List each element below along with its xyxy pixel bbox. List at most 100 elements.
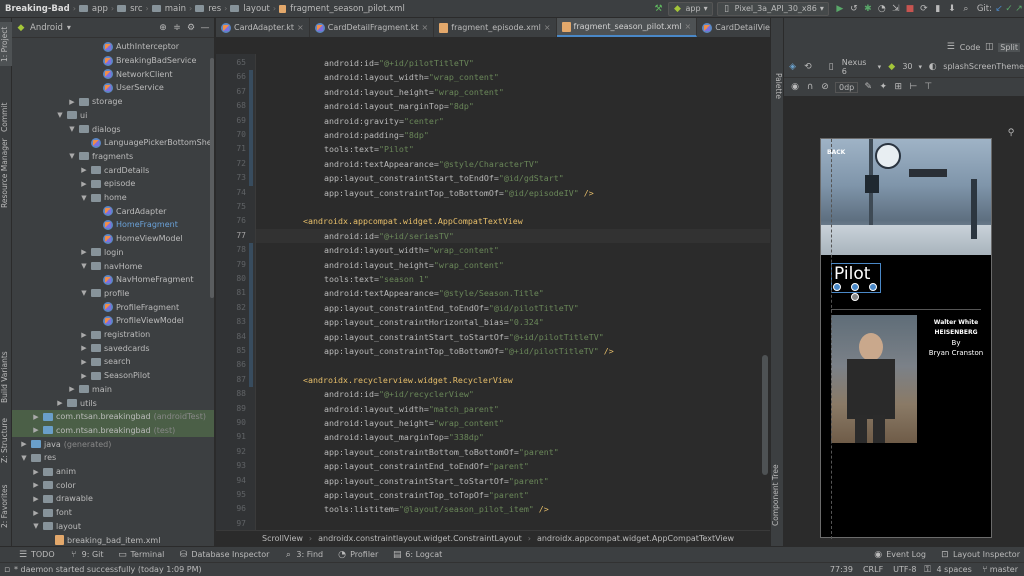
tree-item[interactable]: ▶ font	[12, 506, 72, 520]
code-mode-button[interactable]: Code	[960, 43, 980, 52]
tree-item[interactable]: ▼ home	[12, 191, 126, 205]
tree-item[interactable]: CardAdapter	[12, 204, 166, 218]
tree-item[interactable]: ▶ SeasonPilot	[12, 369, 150, 383]
clear-constraints-icon[interactable]: ⊘	[820, 82, 830, 92]
tree-item[interactable]: ▼ profile	[12, 287, 129, 301]
chevron-right-icon[interactable]: ▶	[32, 495, 40, 503]
hammer-icon[interactable]: ⚒	[654, 4, 664, 14]
editor-tab[interactable]: fragment_season_pilot.xml ×	[556, 18, 698, 37]
tree-item[interactable]: ▶ drawable	[12, 492, 93, 506]
tree-item[interactable]: ▶ search	[12, 355, 130, 369]
chevron-down-icon[interactable]: ▼	[32, 522, 40, 530]
tree-item[interactable]: ▶ com.ntsan.breakingbad (test)	[12, 423, 214, 438]
tree-item[interactable]: ▼ navHome	[12, 259, 142, 273]
project-scrollbar[interactable]	[210, 58, 214, 298]
search-icon[interactable]: ⌕	[961, 4, 971, 14]
gear-icon[interactable]: ⚙	[186, 23, 196, 33]
attach-debugger-icon[interactable]: ⇲	[891, 4, 901, 14]
constraint-handle[interactable]	[869, 283, 877, 291]
close-icon[interactable]: ×	[685, 22, 692, 31]
indent-setting[interactable]: 4 spaces	[937, 565, 972, 574]
close-icon[interactable]: ×	[297, 23, 304, 32]
tree-item[interactable]: ▼ res	[12, 451, 56, 465]
vcs-change-marker[interactable]	[249, 70, 253, 186]
chevron-down-icon[interactable]: ▼	[80, 194, 88, 202]
tree-item[interactable]: ▶ com.ntsan.breakingbad (androidTest)	[12, 409, 214, 424]
palette-tool-button[interactable]: Palette	[771, 64, 783, 108]
run-config-dropdown[interactable]: ◆ app ▾	[667, 1, 713, 16]
vcs-change-marker[interactable]	[249, 243, 253, 388]
locate-icon[interactable]: ⊕	[158, 23, 168, 33]
chevron-down-icon[interactable]: ▼	[80, 289, 88, 297]
tree-item[interactable]: AuthInterceptor	[12, 40, 179, 54]
tool-window-db-button[interactable]: ⛁ Database Inspector	[178, 550, 270, 560]
margin-field[interactable]: 0dp	[835, 81, 859, 93]
attributes-icon[interactable]: ⚲	[1006, 128, 1016, 138]
structure-tool-button[interactable]: Z: Structure	[0, 418, 12, 464]
apply-changes-icon[interactable]: ↺	[849, 4, 859, 14]
api-selector[interactable]: 30	[902, 62, 912, 71]
chevron-right-icon[interactable]: ▶	[56, 399, 64, 407]
breadcrumb-item[interactable]: fragment_season_pilot.xml	[288, 4, 407, 14]
chevron-right-icon[interactable]: ▶	[80, 358, 88, 366]
breadcrumb-item[interactable]: Breaking-Bad	[3, 4, 72, 14]
editor-breadcrumb-item[interactable]: ScrollView	[262, 534, 303, 543]
chevron-down-icon[interactable]: ▼	[68, 125, 76, 133]
tree-item[interactable]: ▶ login	[12, 246, 123, 260]
eye-icon[interactable]: ◉	[790, 82, 800, 92]
chevron-right-icon[interactable]: ▶	[20, 440, 28, 448]
chevron-right-icon[interactable]: ▶	[68, 385, 76, 393]
stop-icon[interactable]: ■	[905, 4, 915, 14]
chevron-right-icon[interactable]: ▶	[80, 166, 88, 174]
sdk-manager-icon[interactable]: ⬇	[947, 4, 957, 14]
pack-icon[interactable]: ⊞	[893, 82, 903, 92]
device-dropdown[interactable]: ▯ Pixel_3a_API_30_x86 ▾	[716, 1, 829, 16]
design-canvas[interactable]: ⚲ BACK Pilot Walter White HEISENBERG By …	[784, 96, 1024, 546]
chevron-down-icon[interactable]: ▼	[20, 454, 28, 462]
line-separator[interactable]: CRLF	[863, 565, 883, 574]
close-icon[interactable]: ×	[544, 23, 551, 32]
vcs-branch[interactable]: master	[990, 565, 1018, 574]
editor-breadcrumb-item[interactable]: androidx.appcompat.widget.AppCompatTextV…	[537, 534, 734, 543]
editor-breadcrumb-item[interactable]: androidx.constraintlayout.widget.Constra…	[318, 534, 522, 543]
tree-item[interactable]: ▶ utils	[12, 396, 97, 410]
tree-item[interactable]: ▶ cardDetails	[12, 163, 149, 177]
chevron-down-icon[interactable]: ▼	[68, 152, 76, 160]
chevron-right-icon[interactable]: ▶	[80, 180, 88, 188]
tool-window-terminal-button[interactable]: ▭ Terminal	[118, 550, 164, 560]
tree-item[interactable]: ▼ fragments	[12, 150, 133, 164]
tool-window-todo-button[interactable]: ☰ TODO	[18, 550, 55, 560]
chevron-right-icon[interactable]: ▶	[80, 248, 88, 256]
theme-selector[interactable]: splashScreenTheme	[943, 62, 1024, 71]
chevron-right-icon[interactable]: ▶	[80, 331, 88, 339]
git-commit-icon[interactable]: ✓	[1004, 4, 1014, 14]
collapse-all-icon[interactable]: ≑	[172, 23, 182, 33]
baseline-icon[interactable]: ⊤	[923, 82, 933, 92]
code-editor[interactable]: android:id="@+id/pilotTitleTV" android:la…	[256, 54, 770, 530]
close-icon[interactable]: ×	[422, 23, 429, 32]
editor-tab[interactable]: CardDetailViewModel.kt×	[697, 18, 770, 37]
tree-item[interactable]: ▼ dialogs	[12, 122, 120, 136]
split-mode-button[interactable]: Split	[998, 42, 1020, 52]
avd-manager-icon[interactable]: ▮	[933, 4, 943, 14]
orientation-icon[interactable]: ⟲	[803, 62, 812, 72]
tool-window-find-button[interactable]: ⌕ 3: Find	[283, 550, 323, 560]
git-update-icon[interactable]: ↙	[994, 4, 1004, 14]
debug-icon[interactable]: ✱	[863, 4, 873, 14]
git-push-icon[interactable]: ↗	[1014, 4, 1024, 14]
chevron-right-icon[interactable]: ▶	[32, 413, 40, 421]
tree-item[interactable]: HomeViewModel	[12, 232, 183, 246]
tree-item[interactable]: HomeFragment	[12, 218, 178, 232]
tree-item[interactable]: ▼ ui	[12, 109, 87, 123]
chevron-right-icon[interactable]: ▶	[80, 372, 88, 380]
magnet-icon[interactable]: ∩	[805, 82, 815, 92]
chevron-right-icon[interactable]: ▶	[80, 344, 88, 352]
tree-item[interactable]: NetworkClient	[12, 67, 173, 81]
tool-window-git-button[interactable]: ⑂ 9: Git	[69, 550, 104, 560]
editor-tab[interactable]: fragment_episode.xml ×	[434, 18, 557, 37]
tree-item[interactable]: ▶ storage	[12, 95, 122, 109]
tree-item[interactable]: LanguagePickerBottomSheet	[12, 136, 214, 150]
tree-item[interactable]: UserService	[12, 81, 164, 95]
tree-item[interactable]: ▶ anim	[12, 465, 76, 479]
chevron-down-icon[interactable]: ▼	[80, 262, 88, 270]
